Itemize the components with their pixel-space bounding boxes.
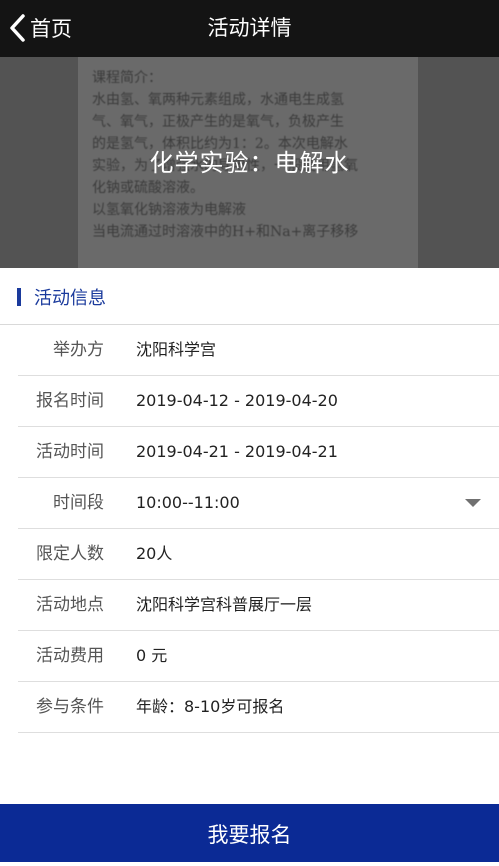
section-title: 活动信息 <box>34 288 106 309</box>
detail-row-location: 活动地点 沈阳科学宫科普展厅一层 <box>18 580 499 631</box>
detail-value: 沈阳科学宫 <box>136 340 217 359</box>
activity-details: 举办方 沈阳科学宫 报名时间 2019-04-12 - 2019-04-20 活… <box>0 325 499 733</box>
detail-value: 2019-04-21 - 2019-04-21 <box>136 442 338 461</box>
detail-row-capacity: 限定人数 20人 <box>18 529 499 580</box>
detail-row-organizer: 举办方 沈阳科学宫 <box>18 325 499 376</box>
detail-row-time-slot[interactable]: 时间段 10:00--11:00 <box>18 478 499 529</box>
detail-label: 举办方 <box>53 340 104 360</box>
activity-title: 化学实验：电解水 <box>149 149 350 177</box>
caret-down-icon[interactable] <box>465 499 481 507</box>
detail-label: 活动费用 <box>36 646 104 666</box>
detail-label: 时间段 <box>53 493 104 513</box>
detail-row-activity-period: 活动时间 2019-04-21 - 2019-04-21 <box>18 427 499 478</box>
detail-label: 活动时间 <box>36 442 104 462</box>
detail-value: 2019-04-12 - 2019-04-20 <box>136 391 338 410</box>
detail-value: 年龄：8-10岁可报名 <box>136 697 285 716</box>
detail-label: 参与条件 <box>36 697 104 717</box>
back-button[interactable]: 首页 <box>8 12 72 44</box>
time-slot-select[interactable]: 10:00--11:00 <box>136 478 240 528</box>
detail-row-fee: 活动费用 0 元 <box>18 631 499 682</box>
detail-value: 0 元 <box>136 646 168 665</box>
signup-button[interactable]: 我要报名 <box>0 804 499 862</box>
detail-value: 20人 <box>136 544 173 563</box>
back-label: 首页 <box>30 17 72 41</box>
detail-value: 沈阳科学宫科普展厅一层 <box>136 595 313 614</box>
detail-label: 报名时间 <box>36 391 104 411</box>
detail-label: 限定人数 <box>36 544 104 564</box>
activity-banner-image: 课程简介： 水由氢、氧两种元素组成，水通电生成氢 气、氧气，正极产生的是氧气，负… <box>0 57 499 268</box>
detail-row-signup-period: 报名时间 2019-04-12 - 2019-04-20 <box>18 376 499 427</box>
section-header: 活动信息 <box>0 268 499 325</box>
top-navbar: 首页 活动详情 <box>0 0 499 57</box>
section-accent-bar <box>17 288 21 306</box>
chevron-left-icon <box>8 13 26 43</box>
page-title: 活动详情 <box>207 16 292 40</box>
detail-row-requirements: 参与条件 年龄：8-10岁可报名 <box>18 682 499 733</box>
detail-label: 活动地点 <box>36 595 104 615</box>
